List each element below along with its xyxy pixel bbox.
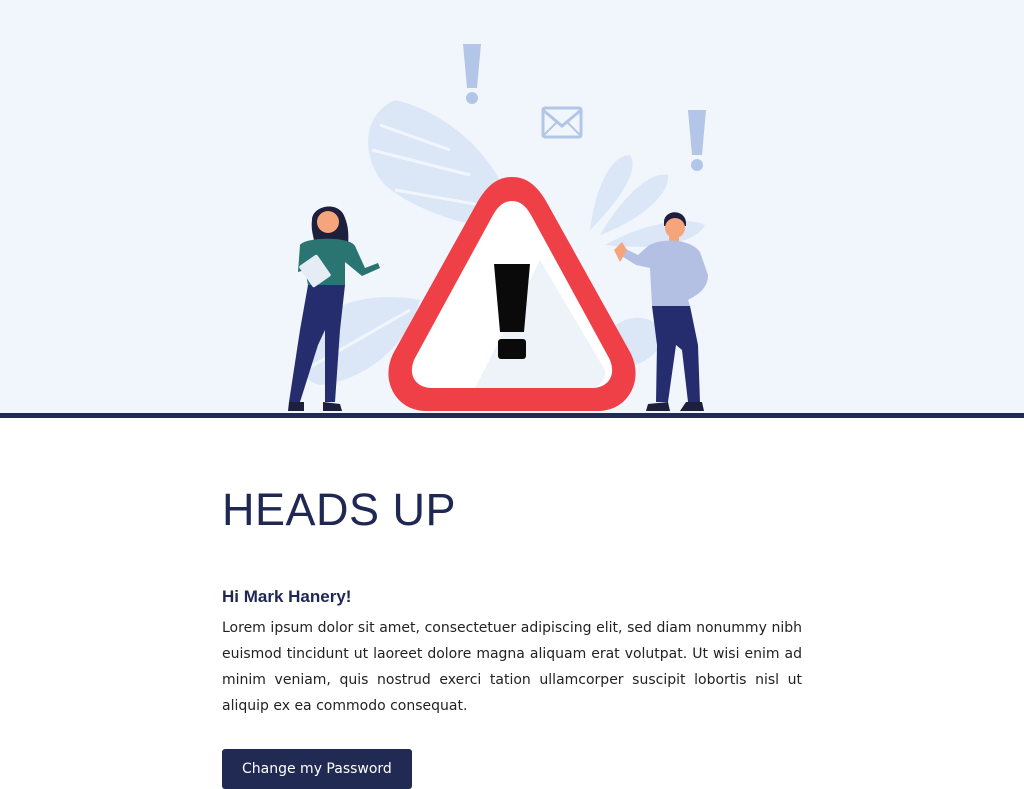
exclamation-right-icon <box>688 110 706 171</box>
page-title: HEADS UP <box>222 484 457 535</box>
hero-divider <box>0 413 1024 418</box>
envelope-icon <box>541 106 583 139</box>
greeting: Hi Mark Hanery! <box>222 587 352 606</box>
exclamation-left-icon <box>463 44 481 104</box>
change-password-button[interactable]: Change my Password <box>222 749 412 789</box>
warning-illustration <box>288 44 708 411</box>
hero-banner <box>0 0 1024 413</box>
body-paragraph: Lorem ipsum dolor sit amet, consectetuer… <box>222 620 802 714</box>
leaf-right-icon <box>590 155 705 247</box>
